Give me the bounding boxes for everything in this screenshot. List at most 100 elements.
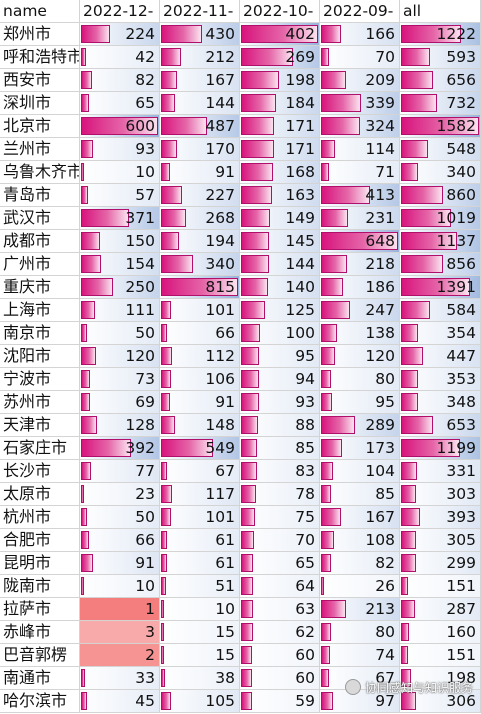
value-cell-all[interactable]: 732 [400,92,481,115]
value-cell-m10[interactable]: 100 [240,322,320,345]
city-name-cell[interactable]: 兰州市 [0,138,80,161]
value-cell-m11[interactable]: 112 [160,345,240,368]
value-cell-m12[interactable]: 224 [80,23,160,46]
value-cell-all[interactable]: 1137 [400,230,481,253]
value-cell-m12[interactable]: 392 [80,437,160,460]
value-cell-m09[interactable]: 95 [320,391,400,414]
city-name-cell[interactable]: 合肥市 [0,529,80,552]
city-name-cell[interactable]: 郑州市 [0,23,80,46]
value-cell-m10[interactable]: 171 [240,138,320,161]
city-name-cell[interactable]: 西安市 [0,69,80,92]
value-cell-m10[interactable]: 70 [240,529,320,552]
value-cell-m10[interactable]: 63 [240,598,320,621]
value-cell-m09[interactable]: 167 [320,506,400,529]
value-cell-m11[interactable]: 91 [160,391,240,414]
value-cell-m12[interactable]: 33 [80,667,160,690]
city-name-cell[interactable]: 乌鲁木齐市 [0,161,80,184]
value-cell-m10[interactable]: 168 [240,161,320,184]
value-cell-m11[interactable]: 66 [160,322,240,345]
value-cell-m10[interactable]: 171 [240,115,320,138]
value-cell-all[interactable]: 856 [400,253,481,276]
value-cell-all[interactable]: 1222 [400,23,481,46]
value-cell-m09[interactable]: 80 [320,368,400,391]
value-cell-all[interactable]: 1199 [400,437,481,460]
value-cell-m09[interactable]: 173 [320,437,400,460]
value-cell-m10[interactable]: 62 [240,621,320,644]
value-cell-m12[interactable]: 66 [80,529,160,552]
value-cell-all[interactable]: 353 [400,368,481,391]
value-cell-all[interactable]: 160 [400,621,481,644]
value-cell-m10[interactable]: 93 [240,391,320,414]
value-cell-all[interactable]: 340 [400,161,481,184]
column-header-m09[interactable]: 2022-09- [320,0,400,23]
value-cell-m10[interactable]: 94 [240,368,320,391]
value-cell-m09[interactable]: 120 [320,345,400,368]
value-cell-m11[interactable]: 148 [160,414,240,437]
value-cell-m12[interactable]: 57 [80,184,160,207]
city-name-cell[interactable]: 上海市 [0,299,80,322]
value-cell-m11[interactable]: 67 [160,460,240,483]
value-cell-m10[interactable]: 78 [240,483,320,506]
city-name-cell[interactable]: 杭州市 [0,506,80,529]
city-name-cell[interactable]: 哈尔滨市 [0,690,80,713]
column-header-name[interactable]: name [0,0,80,23]
value-cell-m09[interactable]: 74 [320,644,400,667]
value-cell-all[interactable]: 1582 [400,115,481,138]
value-cell-m11[interactable]: 15 [160,621,240,644]
city-name-cell[interactable]: 成都市 [0,230,80,253]
value-cell-m10[interactable]: 198 [240,69,320,92]
value-cell-m12[interactable]: 23 [80,483,160,506]
value-cell-m11[interactable]: 268 [160,207,240,230]
city-name-cell[interactable]: 昆明市 [0,552,80,575]
value-cell-m10[interactable]: 60 [240,644,320,667]
value-cell-all[interactable]: 331 [400,460,481,483]
value-cell-m10[interactable]: 64 [240,575,320,598]
value-cell-m11[interactable]: 144 [160,92,240,115]
value-cell-m09[interactable]: 114 [320,138,400,161]
value-cell-m10[interactable]: 140 [240,276,320,299]
value-cell-m11[interactable]: 101 [160,506,240,529]
value-cell-all[interactable]: 860 [400,184,481,207]
value-cell-m11[interactable]: 212 [160,46,240,69]
value-cell-m10[interactable]: 59 [240,690,320,713]
value-cell-m11[interactable]: 430 [160,23,240,46]
value-cell-m12[interactable]: 3 [80,621,160,644]
value-cell-m12[interactable]: 1 [80,598,160,621]
value-cell-m09[interactable]: 213 [320,598,400,621]
value-cell-m12[interactable]: 111 [80,299,160,322]
value-cell-m09[interactable]: 108 [320,529,400,552]
column-header-all[interactable]: all [400,0,481,23]
value-cell-m09[interactable]: 324 [320,115,400,138]
value-cell-m09[interactable]: 85 [320,483,400,506]
value-cell-m09[interactable]: 231 [320,207,400,230]
value-cell-all[interactable]: 548 [400,138,481,161]
value-cell-m11[interactable]: 117 [160,483,240,506]
value-cell-m12[interactable]: 250 [80,276,160,299]
value-cell-m11[interactable]: 101 [160,299,240,322]
value-cell-all[interactable]: 299 [400,552,481,575]
value-cell-m12[interactable]: 93 [80,138,160,161]
value-cell-m10[interactable]: 83 [240,460,320,483]
value-cell-m11[interactable]: 61 [160,552,240,575]
value-cell-m11[interactable]: 10 [160,598,240,621]
value-cell-m09[interactable]: 339 [320,92,400,115]
value-cell-m10[interactable]: 149 [240,207,320,230]
city-name-cell[interactable]: 南京市 [0,322,80,345]
value-cell-m12[interactable]: 82 [80,69,160,92]
value-cell-m09[interactable]: 104 [320,460,400,483]
value-cell-m09[interactable]: 80 [320,621,400,644]
value-cell-m09[interactable]: 218 [320,253,400,276]
city-name-cell[interactable]: 沈阳市 [0,345,80,368]
city-name-cell[interactable]: 天津市 [0,414,80,437]
value-cell-m09[interactable]: 186 [320,276,400,299]
value-cell-m10[interactable]: 95 [240,345,320,368]
value-cell-m12[interactable]: 120 [80,345,160,368]
value-cell-m10[interactable]: 163 [240,184,320,207]
value-cell-m10[interactable]: 144 [240,253,320,276]
column-header-m10[interactable]: 2022-10- [240,0,320,23]
value-cell-m11[interactable]: 227 [160,184,240,207]
value-cell-m12[interactable]: 45 [80,690,160,713]
value-cell-m09[interactable]: 71 [320,161,400,184]
value-cell-m12[interactable]: 42 [80,46,160,69]
city-name-cell[interactable]: 长沙市 [0,460,80,483]
